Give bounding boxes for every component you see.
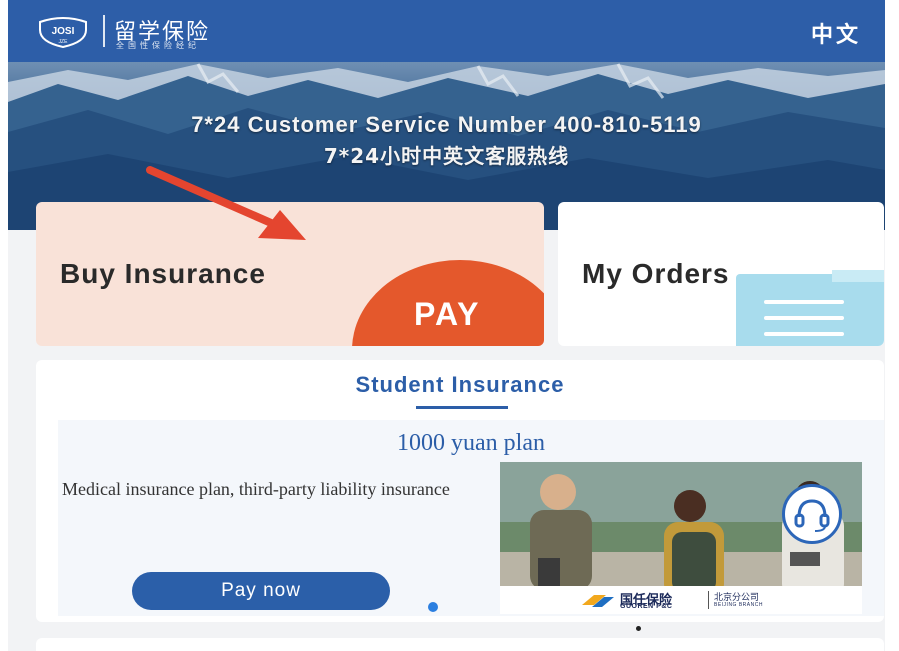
carousel-indicator[interactable] [428, 602, 438, 612]
title-underline [416, 406, 508, 409]
customer-support-button[interactable] [782, 484, 842, 544]
clipboard-document-icon [736, 270, 884, 346]
top-bar: JOSI JZE 留学保险 全国性保险经纪 中文 [8, 0, 885, 62]
my-orders-card[interactable]: My Orders [558, 202, 884, 346]
partner-branch-english: BEIJING BRANCH [714, 602, 763, 608]
student-insurance-section: Student Insurance 1000 yuan plan Medical… [36, 360, 884, 622]
page: JOSI JZE 留学保险 全国性保险经纪 中文 7*24 Customer S… [8, 0, 885, 651]
guoren-logo-icon [582, 595, 614, 607]
buy-insurance-label: Buy Insurance [60, 258, 266, 289]
partner-footer: 国任保险 GUOREN P&C 北京分公司 BEIJING BRANCH [500, 586, 862, 614]
pay-label: PAY [414, 296, 481, 332]
headset-support-icon [794, 499, 830, 532]
next-section [36, 638, 884, 651]
logo-subtext: JZE [59, 39, 69, 45]
logo-text: JOSI [52, 26, 75, 37]
section-title: Student Insurance [355, 372, 565, 397]
red-arrow-annotation [146, 166, 306, 240]
my-orders-label: My Orders [582, 258, 730, 289]
logo-divider [103, 15, 105, 47]
page-indicator [636, 626, 641, 631]
language-toggle[interactable]: 中文 [811, 17, 861, 49]
brand-subtitle: 全国性保险经纪 [116, 41, 200, 50]
hotline-english: 7*24 Customer Service Number 400-810-511… [191, 112, 702, 137]
plan-description: Medical insurance plan, third-party liab… [62, 479, 450, 499]
partner-name-english: GUOREN P&C [620, 603, 673, 610]
plan-card: 1000 yuan plan Medical insurance plan, t… [58, 420, 884, 616]
plan-title: 1000 yuan plan [397, 430, 545, 456]
partner-divider [708, 591, 709, 609]
pay-now-button[interactable]: Pay now [132, 572, 390, 610]
shield-logo-icon[interactable]: JOSI JZE [36, 14, 90, 48]
